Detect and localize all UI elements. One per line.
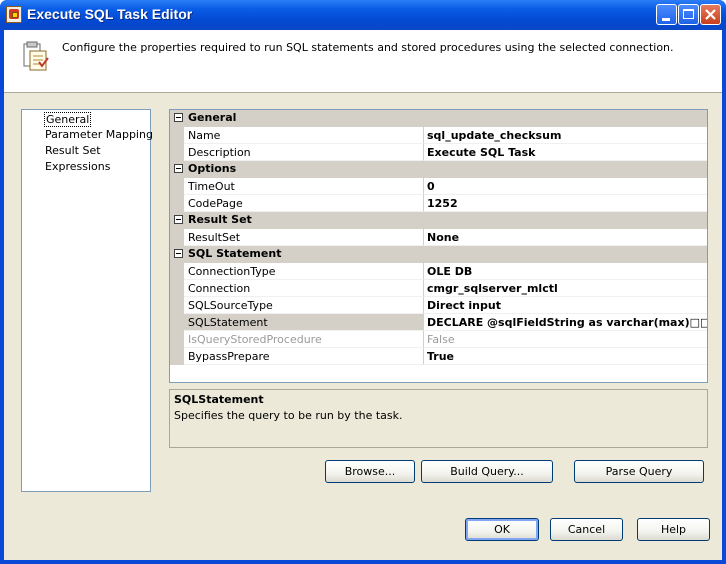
browse-button[interactable]: Browse...	[325, 460, 415, 483]
build-query-button[interactable]: Build Query...	[421, 460, 553, 483]
property-row-connection[interactable]: Connection cmgr_sqlserver_mlctl	[170, 280, 707, 297]
close-icon	[705, 9, 716, 20]
property-value[interactable]: Execute SQL Task	[427, 146, 535, 159]
property-row-sqlstatement[interactable]: SQLStatement DECLARE @sqlFieldString as …	[170, 314, 707, 331]
property-name: ConnectionType	[188, 265, 276, 278]
collapse-icon[interactable]	[174, 164, 183, 173]
description-title: SQLStatement	[174, 393, 264, 406]
page-navigation-list[interactable]: General Parameter Mapping Result Set Exp…	[21, 109, 153, 492]
property-value[interactable]: 0	[427, 180, 435, 193]
window-title: Execute SQL Task Editor	[27, 6, 193, 22]
property-value[interactable]: None	[427, 231, 459, 244]
property-name: Name	[188, 129, 221, 142]
category-label: General	[188, 111, 237, 124]
help-button[interactable]: Help	[637, 518, 710, 541]
property-name: IsQueryStoredProcedure	[188, 333, 322, 346]
property-grid[interactable]: General Name sql_update_checksum Descrip…	[169, 109, 708, 383]
property-name: SQLStatement	[188, 316, 268, 329]
category-sql-statement[interactable]: SQL Statement	[170, 246, 707, 263]
parse-query-button[interactable]: Parse Query	[574, 460, 704, 483]
dialog-client: Configure the properties required to run…	[4, 30, 722, 560]
collapse-icon[interactable]	[174, 249, 183, 258]
property-row-isquerystoredprocedure: IsQueryStoredProcedure False	[170, 331, 707, 348]
sql-task-icon	[23, 41, 49, 71]
property-name: CodePage	[188, 197, 243, 210]
category-general[interactable]: General	[170, 110, 707, 127]
property-row-codepage[interactable]: CodePage 1252	[170, 195, 707, 212]
title-bar[interactable]: Execute SQL Task Editor	[0, 0, 726, 30]
category-label: SQL Statement	[188, 247, 282, 260]
maximize-button[interactable]	[678, 4, 699, 25]
category-result-set[interactable]: Result Set	[170, 212, 707, 229]
property-name: Description	[188, 146, 251, 159]
property-description-panel: SQLStatement Specifies the query to be r…	[169, 389, 708, 448]
property-value[interactable]: sql_update_checksum	[427, 129, 561, 142]
property-value[interactable]: DECLARE @sqlFieldString as varchar(max)□…	[427, 316, 707, 329]
collapse-icon[interactable]	[174, 215, 183, 224]
task-editor-icon	[6, 6, 22, 23]
collapse-icon[interactable]	[174, 113, 183, 122]
minimize-button[interactable]	[656, 4, 677, 25]
property-value[interactable]: Direct input	[427, 299, 501, 312]
nav-item-parameter-mapping[interactable]: Parameter Mapping	[45, 128, 153, 141]
property-row-resultset[interactable]: ResultSet None	[170, 229, 707, 246]
header-description: Configure the properties required to run…	[62, 41, 674, 54]
property-name: TimeOut	[188, 180, 235, 193]
dialog-window: Execute SQL Task Editor Configure the pr…	[0, 0, 726, 564]
category-options[interactable]: Options	[170, 161, 707, 178]
property-value[interactable]: cmgr_sqlserver_mlctl	[427, 282, 558, 295]
nav-item-general[interactable]: General	[44, 112, 92, 127]
category-label: Options	[188, 162, 237, 175]
property-row-bypassprepare[interactable]: BypassPrepare True	[170, 348, 707, 365]
nav-item-expressions[interactable]: Expressions	[45, 160, 110, 173]
property-name: BypassPrepare	[188, 350, 270, 363]
category-label: Result Set	[188, 213, 252, 226]
close-button[interactable]	[700, 4, 721, 25]
property-row-sqlsourcetype[interactable]: SQLSourceType Direct input	[170, 297, 707, 314]
property-row-connectiontype[interactable]: ConnectionType OLE DB	[170, 263, 707, 280]
property-value[interactable]: True	[427, 350, 454, 363]
property-name: Connection	[188, 282, 251, 295]
property-value[interactable]: 1252	[427, 197, 458, 210]
ok-button[interactable]: OK	[465, 518, 539, 541]
property-value[interactable]: OLE DB	[427, 265, 472, 278]
property-value: False	[427, 333, 455, 346]
property-name: ResultSet	[188, 231, 241, 244]
property-name: SQLSourceType	[188, 299, 273, 312]
cancel-button[interactable]: Cancel	[550, 518, 623, 541]
header-panel: Configure the properties required to run…	[4, 30, 722, 93]
property-row-name[interactable]: Name sql_update_checksum	[170, 127, 707, 144]
nav-item-result-set[interactable]: Result Set	[45, 144, 101, 157]
description-text: Specifies the query to be run by the tas…	[174, 409, 403, 422]
property-row-description[interactable]: Description Execute SQL Task	[170, 144, 707, 161]
property-row-timeout[interactable]: TimeOut 0	[170, 178, 707, 195]
